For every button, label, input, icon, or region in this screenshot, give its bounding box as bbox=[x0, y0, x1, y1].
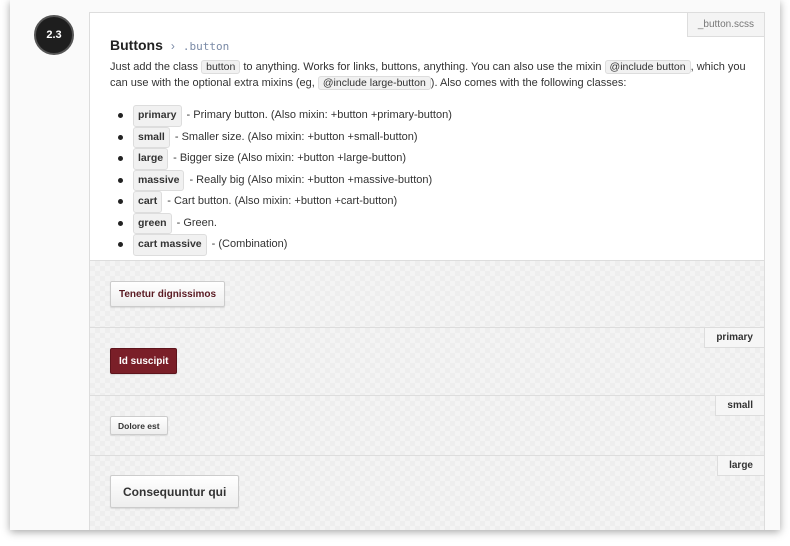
section-title: Buttons bbox=[110, 37, 163, 53]
demo-button-default[interactable]: Tenetur dignissimos bbox=[110, 281, 226, 307]
section-description: Just add the class button to anything. W… bbox=[110, 59, 750, 91]
demo-button-small[interactable]: Dolore est bbox=[110, 416, 168, 435]
list-item: massive - Really big (Also mixin: +button… bbox=[118, 169, 744, 191]
desc-text: ). Also comes with the following classes… bbox=[430, 77, 627, 89]
class-name: cart massive bbox=[133, 234, 207, 256]
section-heading: Buttons › .button bbox=[110, 37, 744, 53]
demo-button-large[interactable]: Consequuntur qui bbox=[110, 475, 240, 508]
desc-text: Just add the class bbox=[110, 61, 202, 73]
class-name: small bbox=[133, 126, 170, 148]
inline-code: @include button bbox=[604, 60, 691, 74]
modifier-class-list: primary - Primary button. (Also mixin: +b… bbox=[110, 105, 744, 256]
list-item: large - Bigger size (Also mixin: +button … bbox=[118, 148, 744, 170]
example-default: Tenetur dignissimos bbox=[90, 261, 764, 328]
class-description: - Green. bbox=[176, 216, 217, 229]
class-description: - Bigger size (Also mixin: +button +larg… bbox=[173, 152, 407, 164]
list-item: cart massive - (Combination) bbox=[118, 234, 744, 256]
breadcrumb-separator: › bbox=[170, 39, 175, 53]
inline-code: button bbox=[201, 60, 241, 74]
list-item: cart - Cart button. (Also mixin: +button … bbox=[118, 191, 744, 213]
modifier-label: small bbox=[715, 396, 764, 416]
list-item: small - Smaller size. (Also mixin: +butto… bbox=[118, 126, 744, 148]
example-primary: primary Id suscipit bbox=[90, 328, 764, 396]
class-name: massive bbox=[133, 169, 185, 191]
class-description: - Smaller size. (Also mixin: +button +sm… bbox=[174, 130, 418, 143]
desc-text: to anything. Works for links, buttons, a… bbox=[240, 61, 605, 73]
section-content: _button.scss Buttons › .button Just add … bbox=[89, 12, 765, 530]
source-file-tag[interactable]: _button.scss bbox=[686, 13, 764, 37]
section-number-badge: 2.3 bbox=[34, 15, 74, 55]
inline-code: @include large-button bbox=[317, 76, 431, 90]
modifier-label: large bbox=[717, 456, 764, 476]
list-item: primary - Primary button. (Also mixin: +b… bbox=[118, 105, 744, 127]
class-name: large bbox=[133, 148, 169, 170]
modifier-label: primary bbox=[704, 328, 764, 348]
docs-block: _button.scss Buttons › .button Just add … bbox=[90, 13, 764, 261]
section-number: 2.3 bbox=[46, 29, 62, 41]
example-large: large Consequuntur qui bbox=[90, 456, 764, 530]
css-selector: .button bbox=[182, 40, 230, 53]
class-description: - (Combination) bbox=[211, 238, 288, 250]
documentation-window: 2.3 _button.scss Buttons › .button Just … bbox=[10, 0, 780, 530]
class-description: - Primary button. (Also mixin: +button +… bbox=[186, 109, 452, 121]
list-item: green - Green. bbox=[118, 212, 744, 234]
class-name: primary bbox=[133, 105, 182, 127]
class-description: - Cart button. (Also mixin: +button +car… bbox=[167, 195, 398, 207]
class-description: - Really big (Also mixin: +button +massi… bbox=[189, 173, 433, 186]
class-name: green bbox=[133, 212, 172, 234]
example-small: small Dolore est bbox=[90, 396, 764, 456]
demo-button-primary[interactable]: Id suscipit bbox=[110, 348, 178, 374]
class-name: cart bbox=[133, 191, 163, 213]
